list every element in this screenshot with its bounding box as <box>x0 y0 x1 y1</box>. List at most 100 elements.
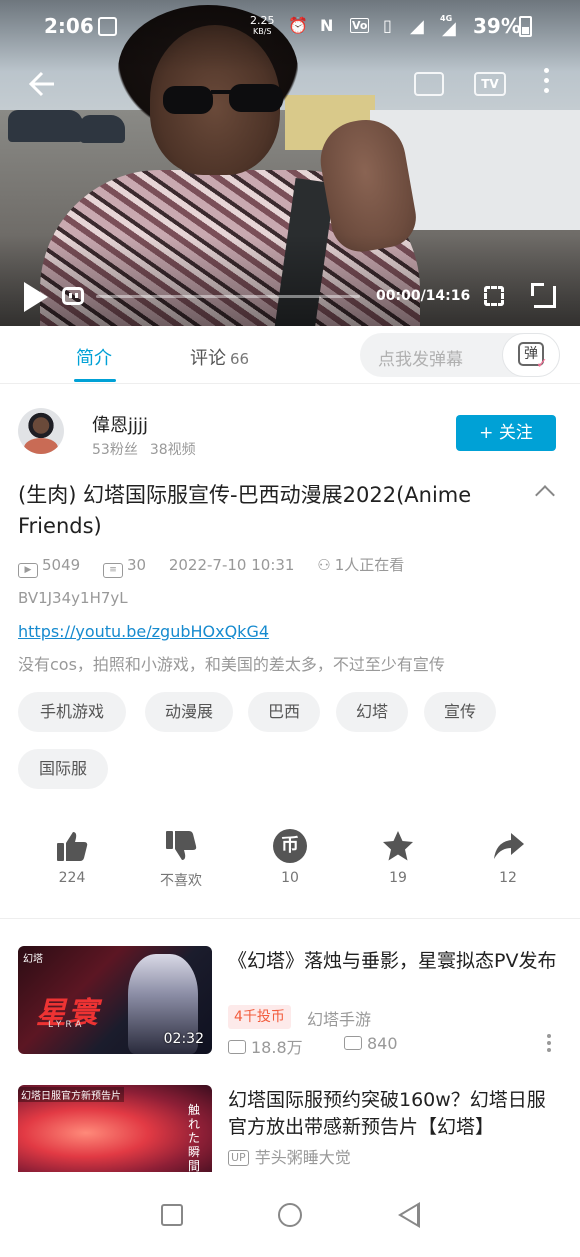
recommendation-danmaku-count: 840 <box>367 1034 398 1053</box>
net-speed-unit: KB/S <box>252 27 272 36</box>
tag-chip[interactable]: 宣传 <box>424 692 496 732</box>
danmaku-toggle-icon[interactable] <box>62 287 84 305</box>
crop-icon[interactable] <box>484 286 504 306</box>
recommendation-views: 18.8万 <box>228 1034 303 1058</box>
video-meta: ▶ 5049 ≡ 30 2022-7-10 10:31 ⚇ 1人正在看 <box>18 554 422 578</box>
follow-button[interactable]: + 关注 <box>456 415 556 451</box>
action-row: 224 不喜欢 币 10 19 12 <box>0 826 580 896</box>
checkmark-icon: ✓ <box>536 356 548 372</box>
tab-bar: 简介 评论 66 点我发弹幕 弹 ✓ <box>0 326 580 384</box>
share-arrow-icon <box>494 833 524 859</box>
avatar[interactable] <box>18 408 64 454</box>
tab-comments[interactable]: 评论 66 <box>190 344 249 370</box>
back-icon[interactable] <box>398 1202 420 1228</box>
danmaku-count: 30 <box>126 556 147 574</box>
watching-stat: ⚇ 1人正在看 <box>317 554 404 575</box>
description-link[interactable]: https://youtu.be/zgubHOxQkG4 <box>18 622 269 641</box>
recommendation-title[interactable]: 《幻塔》落烛与垂影，星寰拟态PV发布 <box>228 948 562 975</box>
recommendation-title[interactable]: 幻塔国际服预约突破160w？幻塔日服官方放出带感新预告片【幻塔】 <box>228 1087 562 1141</box>
status-bar: 2:06 2.25 KB/S ⏰ N Vo ▯ ◢ 4G ◢ 39% <box>0 0 580 52</box>
uploader-videos: 38视频 <box>149 442 196 458</box>
favorite-count: 19 <box>389 870 407 886</box>
volte-icon: Vo <box>350 18 370 33</box>
signal-icon: ◢ <box>442 18 456 39</box>
thumbnail-subtitle: LYRA <box>48 1020 86 1030</box>
recommendation-views-count: 18.8万 <box>251 1038 303 1057</box>
recommendation-uploader: 芋头粥睡大觉 <box>254 1148 351 1167</box>
thumbnail-brand: 幻塔 <box>23 954 43 965</box>
tab-intro[interactable]: 简介 <box>76 344 112 370</box>
coin-badge: 4千投币 <box>228 1005 291 1029</box>
wifi-icon: ◢ <box>410 16 424 37</box>
danmaku-settings-button[interactable]: 弹 ✓ <box>502 333 560 377</box>
danmaku-count-icon: ≡ <box>102 563 123 578</box>
video-title: (生肉) 幻塔国际服宣传-巴西动漫展2022(Anime Friends) <box>18 483 472 538</box>
battery-percent: 39% <box>473 14 521 38</box>
recents-icon[interactable] <box>161 1204 183 1226</box>
cast-icon[interactable] <box>414 72 444 96</box>
danmaku-stat: ≡ 30 <box>102 556 147 578</box>
share-count: 12 <box>499 870 517 886</box>
recommendation-uploader: 幻塔手游 <box>307 1010 372 1029</box>
back-arrow-icon[interactable] <box>28 70 56 98</box>
uploader-name[interactable]: 偉恩jjjj <box>92 411 148 437</box>
thumbs-down-icon <box>166 831 197 860</box>
danmaku-count-icon <box>344 1036 362 1050</box>
progress-bar[interactable] <box>96 295 360 298</box>
watchers-icon: ⚇ <box>317 556 331 574</box>
vibrate-icon: ▯ <box>383 16 392 35</box>
share-button[interactable]: 12 <box>468 826 548 886</box>
views-stat: ▶ 5049 <box>18 556 80 578</box>
alarm-icon: ⏰ <box>288 16 308 35</box>
coin-button[interactable]: 币 10 <box>250 826 330 886</box>
play-count-icon <box>228 1040 246 1054</box>
tag-chip[interactable]: 手机游戏 <box>18 692 126 732</box>
thumbnail-side-text: 触れた瞬間に <box>188 1103 201 1172</box>
danmaku-placeholder: 点我发弹幕 <box>378 350 463 370</box>
playback-time: 00:00/14:16 <box>376 288 471 304</box>
coin-count: 10 <box>281 870 299 886</box>
gallery-icon <box>98 17 117 36</box>
play-icon[interactable] <box>24 282 48 312</box>
recommendation-thumbnail[interactable]: 幻塔日服官方新预告片 触れた瞬間に <box>18 1085 212 1172</box>
tag-chip[interactable]: 动漫展 <box>145 692 233 732</box>
coin-icon: 币 <box>273 829 307 863</box>
tab-comments-count: 66 <box>230 350 250 368</box>
recommendation-thumbnail[interactable]: 幻塔 星寰 LYRA 02:32 <box>18 946 212 1054</box>
player-controls: 00:00/14:16 <box>0 280 580 316</box>
dislike-label: 不喜欢 <box>160 873 202 889</box>
publish-date: 2022-7-10 10:31 <box>168 556 295 574</box>
uploader-fans: 53粉丝 <box>92 442 138 458</box>
battery-icon <box>519 16 532 37</box>
fullscreen-icon[interactable] <box>531 283 556 308</box>
recommendation-danmaku: 840 <box>344 1034 398 1053</box>
views-count: 5049 <box>42 556 81 574</box>
chevron-up-icon[interactable] <box>535 485 555 505</box>
video-player[interactable]: 2:06 2.25 KB/S ⏰ N Vo ▯ ◢ 4G ◢ 39% TV 00:… <box>0 0 580 326</box>
thumbs-up-icon <box>57 832 88 861</box>
like-count: 224 <box>58 870 86 886</box>
thumbnail-banner: 幻塔日服官方新预告片 <box>18 1087 124 1102</box>
video-description: 没有cos，拍照和小游戏，和美国的差太多，不过至少有宣传 <box>18 655 445 674</box>
favorite-button[interactable]: 19 <box>358 826 438 886</box>
tv-icon[interactable]: TV <box>474 72 506 96</box>
up-badge: UP <box>228 1150 249 1166</box>
more-vertical-icon[interactable] <box>544 68 550 98</box>
star-icon <box>383 831 413 861</box>
video-duration: 02:32 <box>163 1031 204 1047</box>
tag-chip[interactable]: 幻塔 <box>336 692 408 732</box>
status-time: 2:06 <box>44 14 94 38</box>
tab-intro-underline <box>74 379 116 382</box>
more-options-icon[interactable] <box>547 1034 551 1055</box>
danmaku-input[interactable]: 点我发弹幕 弹 ✓ <box>360 333 560 377</box>
dislike-button[interactable]: 不喜欢 <box>141 826 221 890</box>
tab-comments-label: 评论 <box>190 348 226 369</box>
bvid: BV1J34y1H7yL <box>18 589 128 607</box>
tag-chip[interactable]: 巴西 <box>248 692 320 732</box>
play-count-icon: ▶ <box>18 563 38 578</box>
home-icon[interactable] <box>278 1203 302 1227</box>
tag-chip[interactable]: 国际服 <box>18 749 108 789</box>
net-speed: 2.25 KB/S <box>250 15 275 37</box>
nfc-icon: N <box>320 16 334 35</box>
like-button[interactable]: 224 <box>32 826 112 886</box>
